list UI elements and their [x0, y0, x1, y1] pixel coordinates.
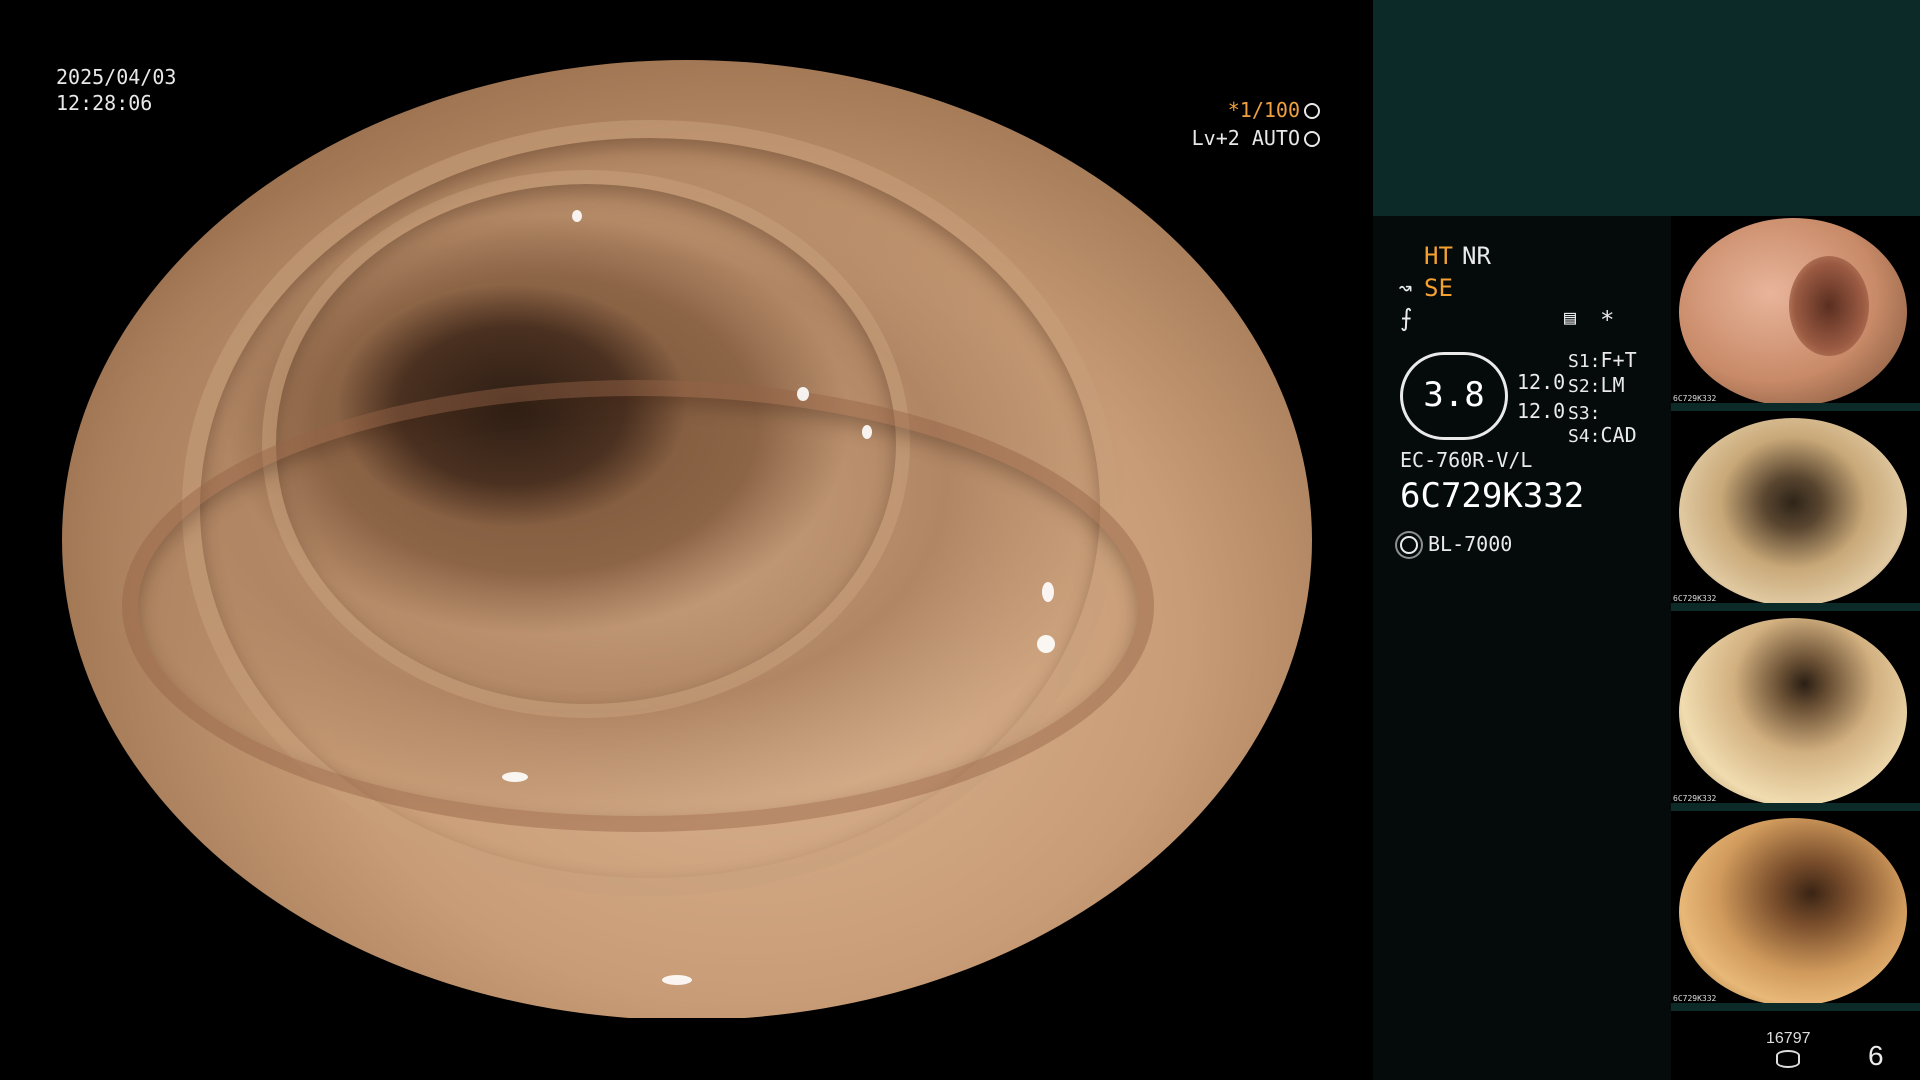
time-text: 12:28:06 [56, 91, 153, 115]
light-source: BL-7000 [1400, 532, 1512, 556]
date-text: 2025/04/03 [56, 65, 177, 89]
thumbnail-strip [1671, 803, 1920, 811]
view-mask-bottom [0, 1018, 1372, 1080]
storage-icon [1776, 1050, 1800, 1068]
slot-4: S4:CAD [1568, 423, 1637, 447]
scope-model: EC-760R-V/L [1400, 448, 1533, 472]
slot-key: S4: [1568, 426, 1601, 447]
scope-serial: 6C729K332 [1400, 476, 1585, 516]
slot-1: S1:F+T [1568, 348, 1637, 372]
glare-spot [1037, 635, 1055, 653]
thumbnail[interactable]: 6C729K332 [1671, 416, 1920, 611]
glare-spot [572, 210, 582, 222]
aperture-icon [1304, 103, 1320, 119]
shutter-text: *1/100 [1227, 98, 1300, 122]
thumbnail[interactable]: 6C729K332 [1671, 816, 1920, 1011]
thumbnail-label: 6C729K332 [1673, 594, 1717, 603]
settings-list-icon: ▤ [1564, 305, 1577, 329]
gauge-value: 3.8 [1423, 375, 1485, 415]
mucosal-fold [122, 380, 1154, 832]
thumbnail-image [1679, 418, 1907, 606]
view-mask-top [0, 0, 1372, 60]
endoscope-live-view [62, 60, 1312, 1020]
level-readout: Lv+2 AUTO [1192, 126, 1320, 150]
slot-key: S3: [1568, 403, 1601, 424]
thumbnail-label: 6C729K332 [1673, 994, 1717, 1003]
asterisk-marker: * [1600, 306, 1615, 334]
slot-2: S2:LM [1568, 373, 1625, 397]
gauge-side-top: 12.0 [1517, 370, 1566, 394]
light-source-icon [1400, 536, 1418, 554]
enhance-icon: ↝ [1398, 274, 1413, 302]
slot-key: S2: [1568, 376, 1601, 397]
slot-3: S3: [1568, 400, 1601, 424]
nr-mode: NR [1462, 242, 1491, 270]
page-number: 6 [1868, 1040, 1884, 1071]
iris-icon [1304, 131, 1320, 147]
thumbnail-strip [1671, 1003, 1920, 1011]
zoom-gauge: 3.8 [1400, 352, 1508, 440]
slot-value: CAD [1600, 423, 1637, 447]
ht-mode: HT [1424, 242, 1453, 270]
slot-value: LM [1600, 373, 1625, 397]
glare-spot [1042, 582, 1054, 602]
image-count: 16797 [1766, 1030, 1811, 1047]
thumbnail[interactable]: 6C729K332 [1671, 216, 1920, 411]
gauge-side-bottom: 12.0 [1517, 399, 1566, 423]
glare-spot [862, 425, 872, 439]
side-panel [1373, 216, 1671, 1080]
side-panel-header [1373, 0, 1920, 216]
thumbnail-strip [1671, 403, 1920, 411]
light-source-label: BL-7000 [1428, 532, 1513, 556]
thumbnail-label: 6C729K332 [1673, 394, 1717, 403]
filter-icon: ⨍ [1400, 304, 1413, 332]
shutter-readout: *1/100 [1228, 98, 1320, 122]
glare-spot [502, 772, 528, 782]
thumbnail-strip [1671, 603, 1920, 611]
glare-spot [662, 975, 692, 985]
level-text: Lv+2 AUTO [1191, 126, 1300, 150]
thumbnail-image [1679, 618, 1907, 806]
thumbnail-label: 6C729K332 [1673, 794, 1717, 803]
thumbnail[interactable]: 6C729K332 [1671, 616, 1920, 811]
thumbnail-image [1679, 818, 1907, 1006]
glare-spot [797, 387, 809, 401]
thumbnail-lumen [1789, 256, 1869, 356]
slot-key: S1: [1568, 351, 1601, 372]
slot-value: F+T [1600, 348, 1637, 372]
date-time-display: 2025/04/03 12:28:06 [56, 64, 176, 116]
se-mode: SE [1424, 274, 1453, 302]
